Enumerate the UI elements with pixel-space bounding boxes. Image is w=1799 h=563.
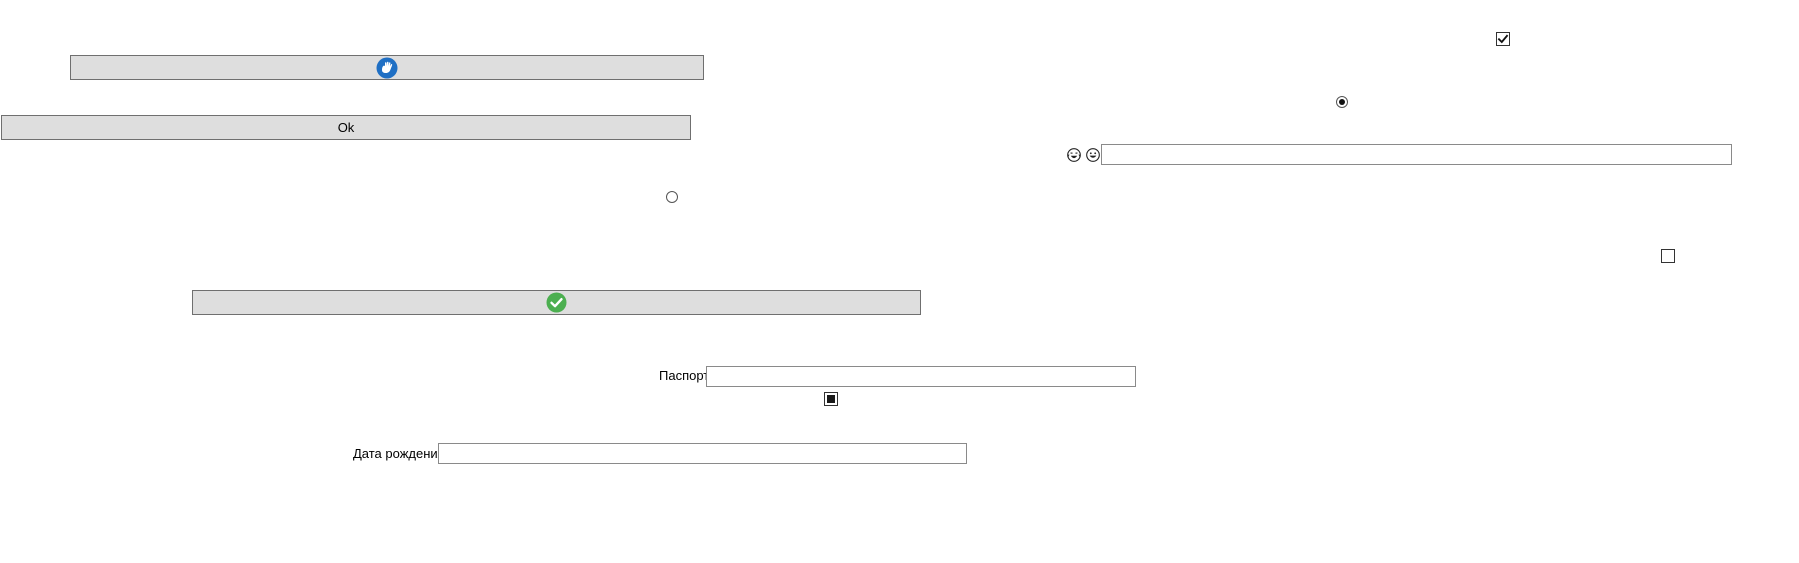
birth-date-label: Дата рождения <box>353 446 445 461</box>
passport-label: Паспорт <box>659 368 710 383</box>
hand-icon-button[interactable] <box>70 55 704 80</box>
grinning-tears-face-icon <box>1067 148 1081 162</box>
green-check-icon <box>546 292 567 313</box>
birth-date-field[interactable] <box>438 443 967 464</box>
checkbox-indeterminate[interactable] <box>824 392 838 406</box>
checkmark-icon <box>1497 34 1509 44</box>
grinning-face-icon <box>1086 148 1100 162</box>
radio-left[interactable] <box>666 191 678 203</box>
radio-right[interactable] <box>1336 96 1348 108</box>
checkbox-checked[interactable] <box>1496 32 1510 46</box>
ok-button[interactable]: Ok <box>1 115 691 140</box>
ok-button-label: Ok <box>337 120 355 135</box>
checkbox-unchecked[interactable] <box>1661 249 1675 263</box>
check-icon-button[interactable] <box>192 290 921 315</box>
hand-icon <box>376 57 398 79</box>
right-text-field[interactable] <box>1101 144 1732 165</box>
passport-field[interactable] <box>706 366 1136 387</box>
